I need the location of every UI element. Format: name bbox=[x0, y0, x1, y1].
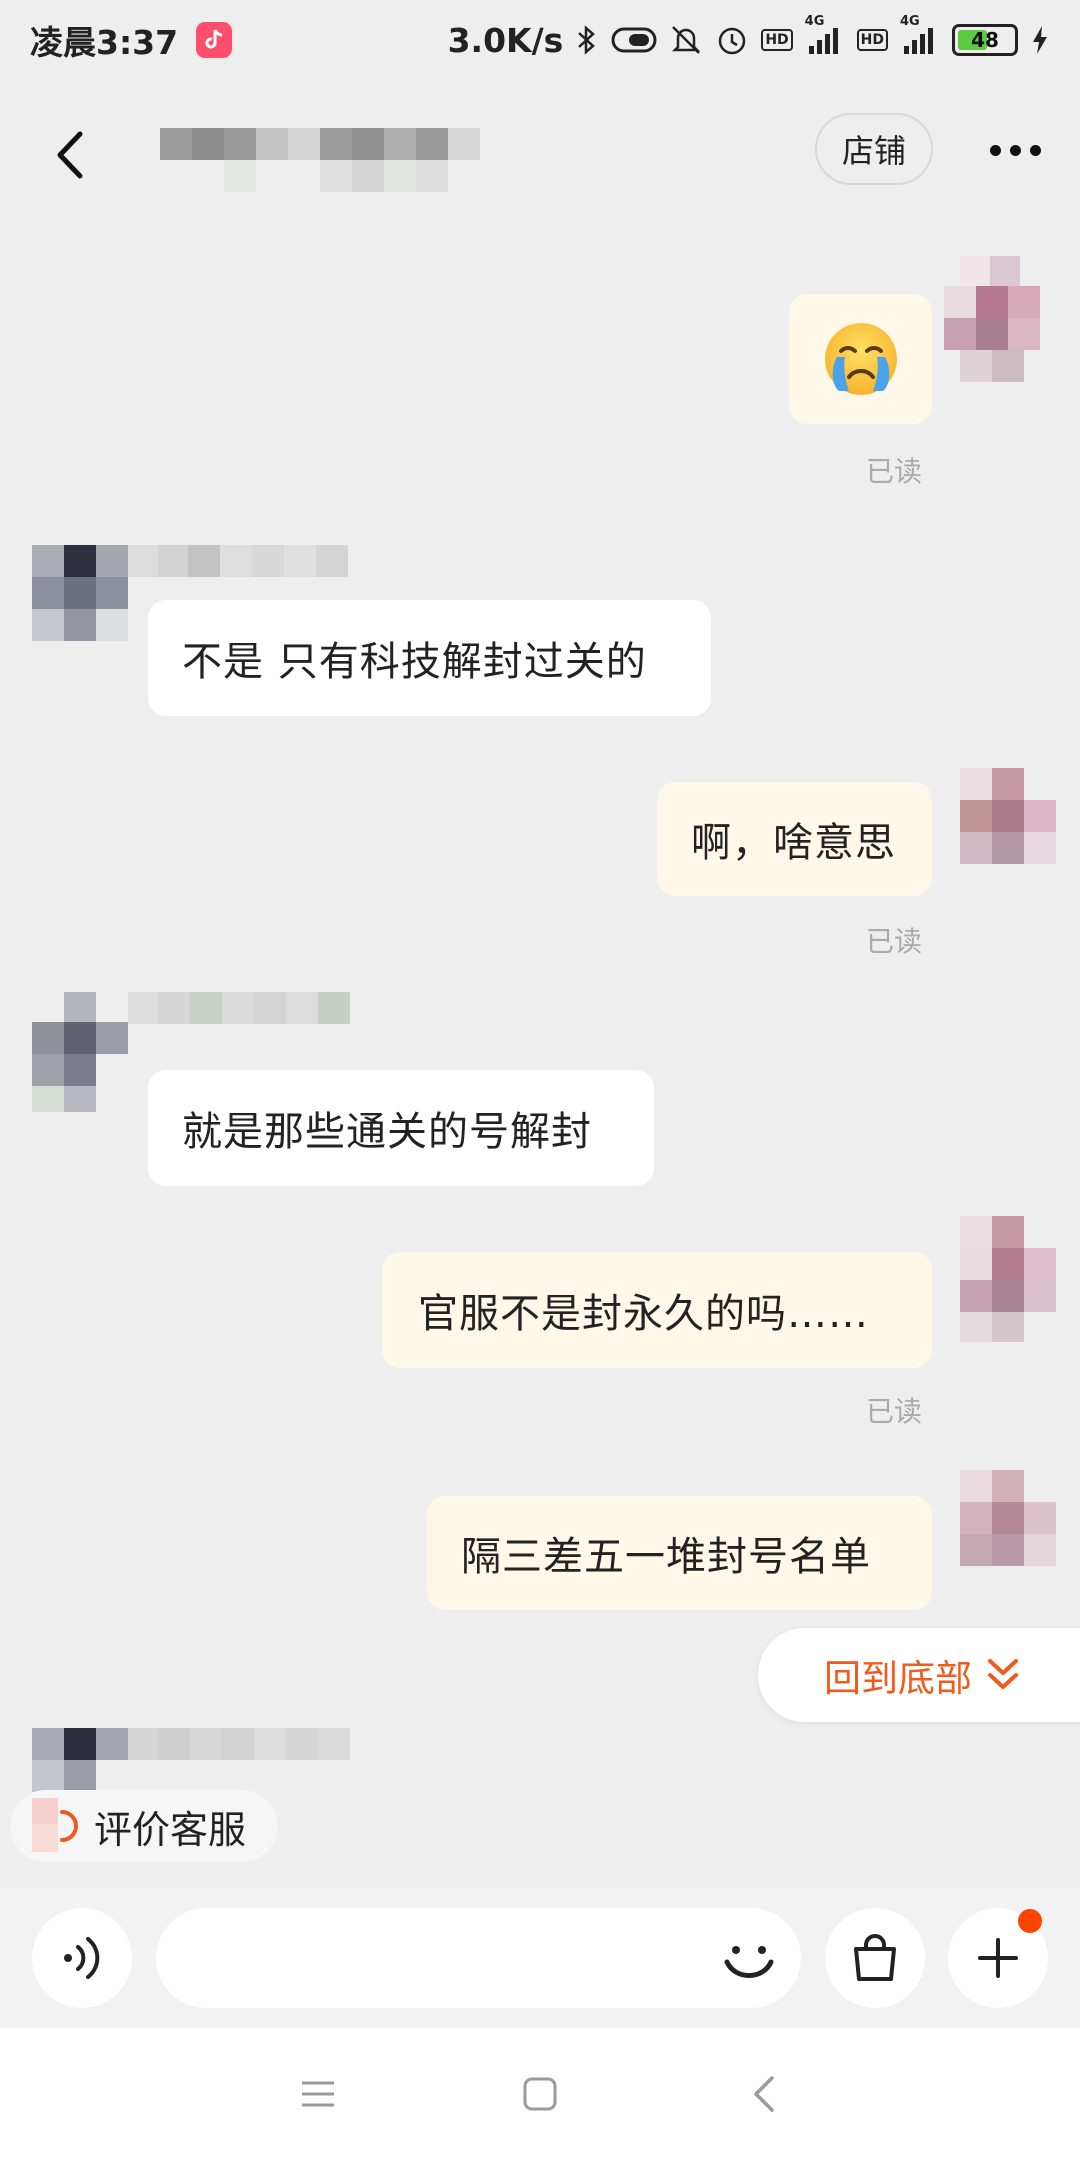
voice-button[interactable] bbox=[32, 1908, 132, 2008]
message-bubble-me[interactable]: 啊，啥意思 bbox=[657, 782, 932, 896]
network-type: 4G bbox=[804, 14, 825, 29]
alarm-icon bbox=[715, 23, 749, 57]
message-text: 啊，啥意思 bbox=[691, 820, 896, 866]
shop-button[interactable]: 店铺 bbox=[815, 113, 933, 185]
read-receipt: 已读 bbox=[866, 455, 923, 488]
blurred-chat-title bbox=[160, 128, 510, 192]
back-to-bottom-label: 回到底部 bbox=[824, 1657, 972, 1700]
back-nav-button[interactable] bbox=[735, 2064, 795, 2124]
music-app-icon bbox=[196, 22, 233, 58]
message-bubble-them[interactable]: 就是那些通关的号解封 bbox=[148, 1070, 654, 1186]
home-square-icon bbox=[523, 2077, 557, 2111]
my-avatar[interactable] bbox=[944, 256, 1040, 386]
bluetooth-icon bbox=[575, 24, 599, 56]
status-bar: 凌晨3:37 3.0K/s HD 4G HD 4G 48 bbox=[0, 0, 1080, 80]
system-navigation-bar bbox=[0, 2028, 1080, 2160]
blurred-sender-name bbox=[128, 545, 398, 577]
menu-nav-button[interactable] bbox=[288, 2064, 348, 2124]
message-bubble-me[interactable]: 隔三差五一堆封号名单 bbox=[427, 1496, 932, 1610]
hd-badge: HD bbox=[761, 29, 793, 51]
message-bubble-me[interactable]: 官服不是封永久的吗…… bbox=[382, 1252, 932, 1368]
notification-dot bbox=[1018, 1909, 1042, 1933]
message-bubble-me[interactable] bbox=[789, 294, 932, 424]
back-to-bottom-button[interactable]: 回到底部 bbox=[758, 1628, 1080, 1722]
product-bag-button[interactable] bbox=[825, 1908, 925, 2008]
status-indicators: 3.0K/s HD 4G HD 4G 48 bbox=[447, 14, 1050, 60]
message-text: 就是那些通关的号解封 bbox=[182, 1109, 592, 1155]
shopping-bag-icon bbox=[854, 1934, 896, 1981]
message-input-container bbox=[156, 1908, 801, 2008]
my-avatar[interactable] bbox=[960, 1216, 1056, 1346]
message-text: 官服不是封永久的吗…… bbox=[418, 1291, 869, 1337]
network-speed: 3.0K/s bbox=[447, 20, 564, 60]
hd-badge-2: HD bbox=[856, 29, 888, 51]
back-triangle-icon bbox=[754, 2076, 774, 2112]
blurred-sender-name bbox=[128, 992, 398, 1024]
input-bar bbox=[0, 1888, 1080, 2028]
status-time: 凌晨3:37 bbox=[30, 23, 179, 62]
smiley-icon bbox=[724, 1946, 774, 1978]
chevron-left-icon bbox=[57, 131, 83, 179]
rate-service-label: 评价客服 bbox=[94, 1807, 247, 1852]
charging-icon bbox=[1030, 24, 1050, 56]
plus-icon bbox=[978, 1938, 1018, 1978]
menu-icon bbox=[302, 2081, 334, 2107]
emoji-button[interactable] bbox=[717, 1926, 781, 1990]
chat-header: 店铺 bbox=[0, 100, 1080, 210]
read-receipt: 已读 bbox=[866, 1395, 923, 1428]
message-input[interactable] bbox=[156, 1908, 676, 2008]
message-text: 不是 只有科技解封过关的 bbox=[182, 639, 647, 685]
rate-service-button[interactable]: 评价客服 bbox=[10, 1790, 278, 1862]
blurred-sender-name bbox=[128, 1728, 398, 1760]
seller-avatar[interactable] bbox=[32, 992, 128, 1122]
more-options-icon[interactable] bbox=[980, 120, 1050, 180]
battery-icon: 48 bbox=[952, 24, 1018, 56]
network-type-2: 4G bbox=[900, 14, 920, 29]
battery-level: 48 bbox=[971, 28, 999, 52]
signal-icon: 4G bbox=[805, 14, 845, 56]
my-avatar[interactable] bbox=[960, 1470, 1056, 1600]
crying-face-emoji bbox=[824, 323, 897, 395]
rate-service-icon bbox=[28, 1798, 84, 1854]
message-text: 隔三差五一堆封号名单 bbox=[461, 1534, 871, 1580]
mute-icon bbox=[669, 23, 703, 57]
signal-icon-2: 4G bbox=[900, 14, 940, 56]
home-nav-button[interactable] bbox=[510, 2064, 570, 2124]
seller-avatar[interactable] bbox=[32, 545, 128, 675]
my-avatar[interactable] bbox=[960, 768, 1056, 898]
voice-icon bbox=[64, 1937, 100, 1979]
read-receipt: 已读 bbox=[866, 925, 923, 958]
back-button[interactable] bbox=[40, 120, 100, 190]
double-chevron-down-icon bbox=[988, 1659, 1018, 1689]
toggle-icon bbox=[611, 26, 657, 54]
message-bubble-them[interactable]: 不是 只有科技解封过关的 bbox=[148, 600, 711, 716]
